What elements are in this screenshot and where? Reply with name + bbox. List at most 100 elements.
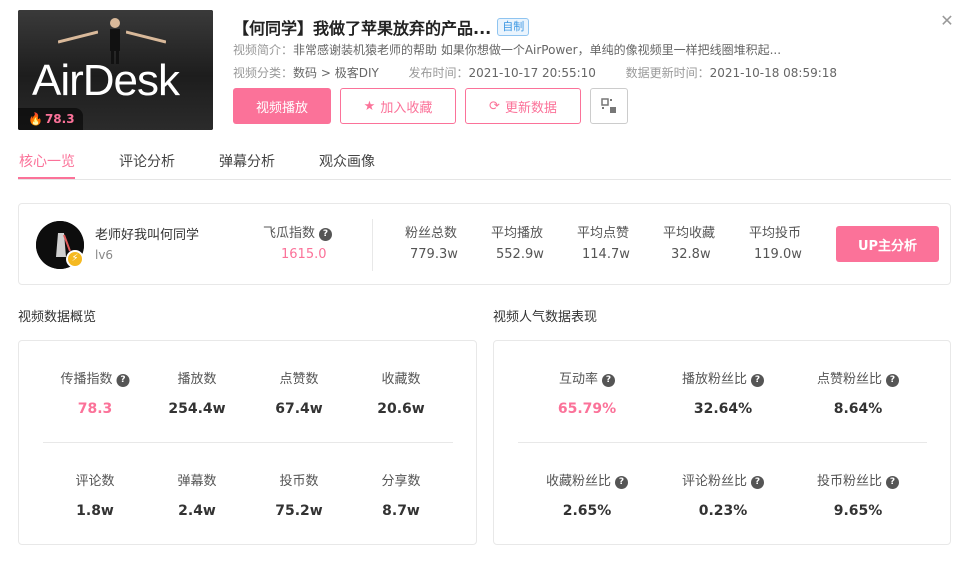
divider	[43, 442, 453, 443]
popularity-label-text: 播放粉丝比	[681, 372, 748, 387]
favorite-button-label: 加入收藏	[380, 100, 433, 116]
popularity-label-text: 评论粉丝比	[681, 474, 748, 489]
tab-bar: 核心一览 评论分析 弹幕分析 观众画像	[18, 140, 951, 180]
overview-label-text: 传播指数	[60, 372, 113, 387]
refresh-icon: ⟳	[489, 98, 500, 114]
play-button-label: 视频播放	[255, 100, 308, 116]
uploader-name[interactable]: 老师好我叫何同学	[95, 224, 199, 243]
popularity-label: 点赞粉丝比?	[817, 368, 900, 387]
overview-label: 评论数	[75, 474, 115, 489]
overview-label: 收藏数	[381, 372, 421, 387]
popularity-label: 评论粉丝比?	[681, 470, 765, 489]
popularity-value: 65.79%	[557, 401, 617, 417]
divider	[372, 219, 373, 271]
video-thumbnail[interactable]: AirDesk 🔥 78.3	[18, 10, 213, 130]
popularity-panel: 互动率? 65.79% 播放粉丝比? 32.64% 点赞粉丝比? 8.64% 收…	[493, 340, 951, 545]
help-icon[interactable]: ?	[751, 476, 765, 489]
publish-value: 2021-10-17 20:55:10	[468, 66, 596, 80]
overview-value: 67.4w	[275, 401, 323, 417]
tab-danmaku-analysis[interactable]: 弹幕分析	[219, 151, 275, 171]
uploader-level: lv6	[95, 248, 114, 262]
thumbnail-text: AirDesk	[32, 56, 180, 105]
stat-label: 平均收藏	[663, 226, 716, 241]
right-arm-icon	[126, 30, 166, 44]
overview-label: 分享数	[381, 474, 421, 489]
overview-section-title: 视频数据概览	[18, 310, 97, 325]
help-icon[interactable]: ?	[886, 374, 900, 387]
feigua-index-label-text: 飞瓜指数	[263, 226, 316, 241]
active-tab-indicator	[18, 177, 75, 179]
tab-comment-analysis[interactable]: 评论分析	[119, 151, 175, 171]
overview-label: 点赞数	[279, 372, 319, 387]
help-icon[interactable]: ?	[319, 228, 333, 241]
help-icon[interactable]: ?	[886, 476, 900, 489]
play-video-button[interactable]: 视频播放	[233, 88, 331, 124]
overview-label: 传播指数?	[60, 368, 130, 387]
help-icon[interactable]: ?	[751, 374, 765, 387]
tab-core-overview[interactable]: 核心一览	[19, 151, 75, 171]
popularity-value: 0.23%	[698, 503, 748, 519]
title-row: 【何同学】我做了苹果放弃的产品... 自制	[233, 15, 530, 39]
popularity-label-text: 投币粉丝比	[816, 474, 883, 489]
overview-label: 播放数	[177, 372, 217, 387]
popularity-value: 8.64%	[833, 401, 883, 417]
stat-value: 779.3w	[410, 247, 458, 262]
verified-badge-icon: ⚡	[66, 250, 84, 268]
close-icon[interactable]: ✕	[938, 12, 956, 30]
stat-label: 平均点赞	[577, 226, 630, 241]
popularity-label: 收藏粉丝比?	[545, 470, 629, 489]
refresh-button-label: 更新数据	[504, 100, 557, 116]
category-value: 数码 > 极客DIY	[293, 66, 379, 80]
popularity-label: 互动率?	[558, 368, 616, 387]
stat-value: 119.0w	[754, 247, 802, 262]
heat-badge: 🔥 78.3	[18, 108, 83, 130]
star-icon: ★	[363, 98, 376, 114]
refresh-data-button[interactable]: ⟳ 更新数据	[465, 88, 581, 124]
add-favorite-button[interactable]: ★ 加入收藏	[340, 88, 456, 124]
popularity-label: 播放粉丝比?	[681, 368, 765, 387]
popularity-label-text: 互动率	[558, 372, 599, 387]
update-value: 2021-10-18 08:59:18	[709, 66, 838, 80]
intro-label: 视频简介：	[233, 43, 294, 57]
popularity-label-text: 收藏粉丝比	[545, 474, 612, 489]
left-arm-icon	[58, 30, 98, 44]
popularity-label: 投币粉丝比?	[816, 470, 900, 489]
overview-panel: 传播指数? 78.3 播放数 254.4w 点赞数 67.4w 收藏数 20.6…	[18, 340, 477, 545]
overview-value: 2.4w	[178, 503, 216, 519]
uploader-card: ⚡ 老师好我叫何同学 lv6 飞瓜指数? 1615.0 粉丝总数 779.3w …	[18, 203, 951, 285]
popularity-value: 9.65%	[833, 503, 883, 519]
overview-value: 78.3	[77, 401, 113, 417]
divider	[518, 442, 927, 443]
intro-line: 视频简介：非常感谢装机猿老师的帮助 如果你想做一个AirPower，单纯的像视频…	[233, 41, 781, 58]
overview-value: 254.4w	[168, 401, 226, 417]
overview-value: 75.2w	[275, 503, 323, 519]
stat-label: 平均投币	[749, 226, 802, 241]
update-label: 数据更新时间：	[625, 66, 710, 80]
help-icon[interactable]: ?	[602, 374, 616, 387]
heat-score: 78.3	[44, 112, 75, 126]
stat-label: 平均播放	[491, 226, 544, 241]
help-icon[interactable]: ?	[116, 374, 130, 387]
up-analysis-button[interactable]: UP主分析	[836, 226, 939, 262]
meta-info-line: 视频分类：数码 > 极客DIY 发布时间：2021-10-17 20:55:10…	[233, 64, 837, 81]
popularity-value: 2.65%	[562, 503, 612, 519]
feigua-index-label: 飞瓜指数?	[263, 222, 333, 241]
overview-value: 8.7w	[382, 503, 420, 519]
tab-audience-profile[interactable]: 观众画像	[319, 151, 375, 171]
category-label: 视频分类：	[233, 66, 294, 80]
overview-label: 投币数	[279, 474, 319, 489]
stat-value: 114.7w	[582, 247, 630, 262]
feigua-index-value: 1615.0	[281, 247, 327, 262]
qrcode-icon	[601, 98, 616, 113]
qrcode-button[interactable]	[590, 88, 628, 124]
stat-label: 粉丝总数	[405, 226, 458, 241]
self-made-tag: 自制	[497, 18, 530, 36]
stat-value: 552.9w	[496, 247, 544, 262]
publish-label: 发布时间：	[408, 66, 469, 80]
flame-icon: 🔥	[28, 112, 43, 126]
stat-value: 32.8w	[671, 247, 711, 262]
popularity-value: 32.64%	[693, 401, 753, 417]
help-icon[interactable]: ?	[615, 476, 629, 489]
video-title[interactable]: 【何同学】我做了苹果放弃的产品...	[233, 15, 491, 39]
overview-value: 20.6w	[377, 401, 425, 417]
